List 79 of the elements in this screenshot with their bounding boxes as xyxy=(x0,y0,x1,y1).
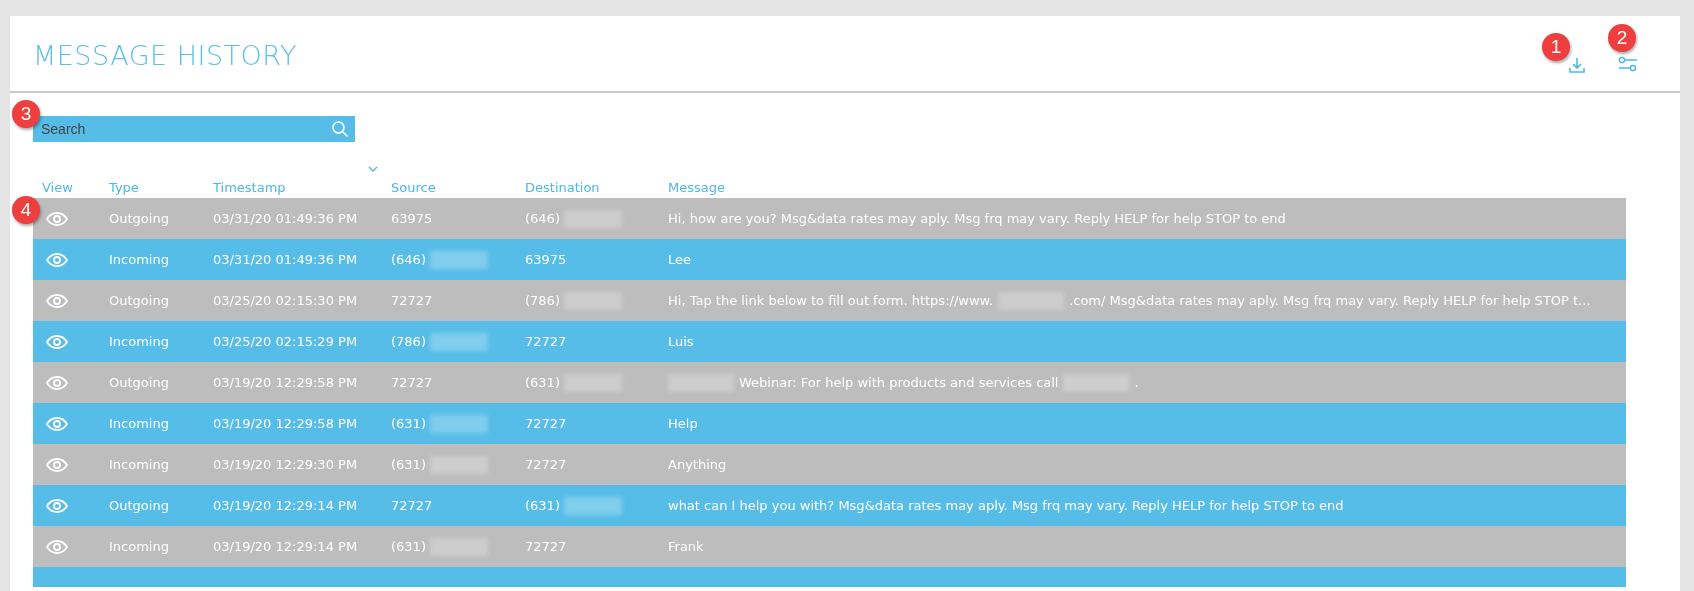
table-cell: Outgoing xyxy=(109,293,169,308)
message-text: Luis xyxy=(668,334,694,349)
caret-icon[interactable] xyxy=(368,166,378,172)
eye-icon[interactable] xyxy=(46,334,68,349)
table-row[interactable]: Incoming 03/31/20 01:49:36 PM (646) 63975 Lee xyxy=(33,239,1626,280)
table-row[interactable]: Outgoing 03/31/20 01:49:36 PM 63975 (646) Hi, how are you? Msg&data rates may aply. Msg frq may vary. Reply HELP for help STOP to end xyxy=(33,198,1626,239)
table-cell: (631) xyxy=(391,457,426,472)
search-icon xyxy=(331,120,349,138)
table-cell: (786) xyxy=(525,293,560,308)
message-text: Frank xyxy=(668,539,704,554)
table-cell: Outgoing xyxy=(109,211,169,226)
message-text: . xyxy=(1134,375,1139,390)
table-cell: 03/25/20 02:15:29 PM xyxy=(213,334,358,349)
table-row[interactable]: Incoming 03/19/20 12:29:30 PM (631) 72727 Anything xyxy=(33,444,1626,485)
table-cell: 03/19/20 12:29:14 PM xyxy=(213,539,358,554)
message-text: Lee xyxy=(668,252,691,267)
eye-icon[interactable] xyxy=(46,457,68,472)
table-cell: 63975 xyxy=(525,252,567,267)
table-cell: 72727 xyxy=(391,293,433,308)
redacted-block xyxy=(429,250,488,269)
column-header[interactable]: Type xyxy=(109,180,139,195)
table-cell: 03/19/20 12:29:58 PM xyxy=(213,375,358,390)
table-cell: 72727 xyxy=(525,334,567,349)
column-header[interactable]: Destination xyxy=(525,180,600,195)
table-row[interactable]: Incoming 03/25/20 02:15:29 PM (786) 72727 Luis xyxy=(33,321,1626,362)
table-row[interactable]: Incoming 03/19/20 12:29:14 PM (631) 72727 Frank xyxy=(33,526,1626,567)
table-cell: (631) xyxy=(525,498,560,513)
eye-icon[interactable] xyxy=(46,375,68,390)
message-text: Anything xyxy=(668,457,727,472)
table-row[interactable]: Incoming 03/19/20 12:29:58 PM (631) 72727 Help xyxy=(33,403,1626,444)
table-cell: 03/19/20 12:29:14 PM xyxy=(213,498,358,513)
table-cell: 72727 xyxy=(525,539,567,554)
redacted-block xyxy=(563,496,622,515)
table-cell: Incoming xyxy=(109,334,169,349)
table-cell: 03/19/20 12:29:30 PM xyxy=(213,457,358,472)
message-text: .com/ Msg&data rates may aply. Msg frq may vary. Reply HELP for help STOP t... xyxy=(1069,293,1591,308)
column-header[interactable]: Timestamp xyxy=(213,180,286,195)
table-row[interactable]: Outgoing 03/19/20 12:29:58 PM 72727 (631) Webinar: For help with products and services call . xyxy=(33,362,1626,403)
table-cell: Incoming xyxy=(109,252,169,267)
eye-icon[interactable] xyxy=(46,252,68,267)
message-text: Hi, Tap the link below to fill out form. https://www. xyxy=(668,293,994,308)
table-cell: Incoming xyxy=(109,539,169,554)
message-text: what can I help you with? Msg&data rates may aply. Msg frq may vary. Reply HELP for help STOP to end xyxy=(668,498,1344,513)
table-cell: 03/31/20 01:49:36 PM xyxy=(213,252,358,267)
table-cell: Outgoing xyxy=(109,498,169,513)
table-cell: 63975 xyxy=(391,211,433,226)
redacted-block xyxy=(429,414,488,433)
eye-icon[interactable] xyxy=(46,539,68,554)
column-header[interactable]: Source xyxy=(391,180,436,195)
table-cell: Incoming xyxy=(109,416,169,431)
eye-icon[interactable] xyxy=(46,293,68,308)
message-text: Webinar: For help with products and services call xyxy=(739,375,1059,390)
table-row[interactable]: Outgoing 03/19/20 12:29:14 PM 72727 (631) what can I help you with? Msg&data rates may aply. Msg frq may vary. Reply HELP for help STOP to end xyxy=(33,485,1626,526)
eye-icon[interactable] xyxy=(46,416,68,431)
table-cell: 03/19/20 12:29:58 PM xyxy=(213,416,358,431)
table-cell: 72727 xyxy=(525,457,567,472)
message-text: Help xyxy=(668,416,698,431)
table-cell: 72727 xyxy=(391,498,433,513)
table-cell: Outgoing xyxy=(109,375,169,390)
table-cell: 72727 xyxy=(391,375,433,390)
table-cell: (631) xyxy=(391,539,426,554)
message-text: Hi, how are you? Msg&data rates may aply. Msg frq may vary. Reply HELP for help STOP to end xyxy=(668,211,1286,226)
eye-icon[interactable] xyxy=(46,498,68,513)
column-header[interactable]: Message xyxy=(668,180,725,195)
table-cell: (631) xyxy=(391,416,426,431)
search-field[interactable]: Search xyxy=(33,116,355,142)
column-header[interactable]: View xyxy=(42,180,73,195)
table-row[interactable]: Outgoing 03/25/20 02:15:30 PM 72727 (786) Hi, Tap the link below to fill out form. https://www. .com/ Msg&data rates may aply. Msg frq may vary. Reply HELP for help STOP t... xyxy=(33,280,1626,321)
redacted-block xyxy=(429,332,488,351)
eye-icon[interactable] xyxy=(46,211,68,226)
table-cell: 72727 xyxy=(525,416,567,431)
table-cell: Incoming xyxy=(109,457,169,472)
table-cell: (631) xyxy=(525,375,560,390)
page-title: MESSAGE HISTORY xyxy=(33,39,297,71)
table-cell: 03/31/20 01:49:36 PM xyxy=(213,211,358,226)
table-cell: (786) xyxy=(391,334,426,349)
table-cell: 03/25/20 02:15:30 PM xyxy=(213,293,358,308)
table-cell: (646) xyxy=(525,211,560,226)
table-cell: (646) xyxy=(391,252,426,267)
